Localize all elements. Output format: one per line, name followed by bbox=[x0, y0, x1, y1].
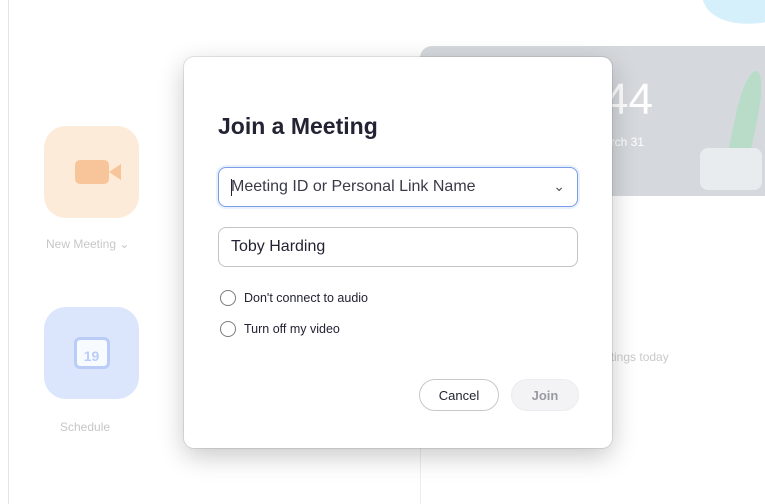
new-meeting-label: New Meeting ⌄ bbox=[46, 237, 130, 251]
cancel-button[interactable]: Cancel bbox=[419, 379, 499, 411]
schedule-label: Schedule bbox=[60, 420, 111, 434]
calendar-day: 19 bbox=[83, 348, 100, 364]
join-meeting-dialog: Join a Meeting ⌄ Don't connect to audio … bbox=[184, 57, 612, 448]
audio-option-label: Don't connect to audio bbox=[244, 291, 368, 305]
left-divider bbox=[8, 0, 9, 504]
text-cursor bbox=[231, 179, 232, 196]
audio-checkbox[interactable] bbox=[220, 290, 236, 306]
video-option[interactable]: Turn off my video bbox=[220, 321, 340, 337]
new-meeting-button[interactable] bbox=[44, 126, 139, 218]
display-name-input[interactable] bbox=[219, 228, 543, 266]
plant-illustration bbox=[700, 68, 765, 190]
join-button[interactable]: Join bbox=[511, 379, 579, 411]
calendar-icon: 19 bbox=[73, 337, 110, 369]
name-field[interactable] bbox=[218, 227, 578, 267]
schedule-button[interactable]: 19 bbox=[44, 307, 139, 399]
video-option-label: Turn off my video bbox=[244, 322, 340, 336]
chevron-down-icon[interactable]: ⌄ bbox=[553, 178, 565, 195]
video-checkbox[interactable] bbox=[220, 321, 236, 337]
meeting-id-combobox[interactable]: ⌄ bbox=[218, 167, 578, 207]
meeting-id-input[interactable] bbox=[219, 168, 543, 206]
chevron-down-icon[interactable]: ⌄ bbox=[119, 237, 129, 251]
video-camera-icon bbox=[74, 160, 121, 184]
dialog-title: Join a Meeting bbox=[218, 113, 378, 139]
audio-option[interactable]: Don't connect to audio bbox=[220, 290, 368, 306]
meetings-today-text: etings today bbox=[604, 350, 669, 364]
